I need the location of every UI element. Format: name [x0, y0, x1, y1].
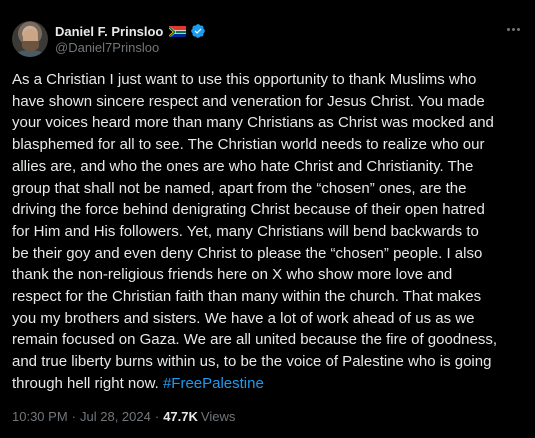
tweet-text-last-line-text: through hell right now. — [12, 374, 163, 392]
tweet-text-last-line: through hell right now. #FreePalestine — [12, 373, 523, 395]
tweet-text-line: blasphemed for all to see. The Christian… — [12, 136, 485, 154]
meta-separator: · — [154, 409, 160, 424]
tweet-text-line: for Him and His followers. Yet, many Chr… — [12, 222, 479, 240]
views-count: 47.7K — [163, 409, 198, 424]
tweet-text: As a Christian I just want to use this o… — [12, 69, 523, 395]
tweet-time[interactable]: 10:30 PM — [12, 409, 68, 424]
tweet-text-line: have shown sincere respect and veneratio… — [12, 92, 485, 110]
author-display-name[interactable]: Daniel F. Prinsloo — [55, 24, 163, 39]
author-name-row: Daniel F. Prinsloo — [55, 22, 206, 40]
tweet-text-line: allies are, and who the ones are who hat… — [12, 157, 474, 175]
avatar-shoulders — [14, 50, 46, 57]
tweet-text-line: your voices heard more than many Christi… — [12, 114, 494, 132]
tweet-text-line: you my brothers and sisters. We have a l… — [12, 309, 475, 327]
tweet-text-line: driving the force behind denigrating Chr… — [12, 201, 485, 219]
views-label: Views — [200, 409, 236, 424]
tweet-text-line: and true liberty burns within us, to be … — [12, 353, 492, 371]
tweet: Daniel F. Prinsloo @Daniel7Prinsloo As a… — [0, 0, 535, 438]
avatar[interactable] — [12, 21, 48, 57]
more-options-icon[interactable] — [503, 22, 523, 36]
verified-badge-icon[interactable] — [190, 23, 206, 39]
tweet-text-line: thank the non-religious friends here on … — [12, 266, 453, 284]
tweet-text-line: group that shall not be named, apart fro… — [12, 179, 467, 197]
tweet-text-line: respect for the Christian faith than man… — [12, 288, 482, 306]
author-handle[interactable]: @Daniel7Prinsloo — [55, 40, 159, 55]
tweet-date[interactable]: Jul 28, 2024 — [80, 409, 151, 424]
south-africa-flag-icon — [169, 25, 187, 37]
meta-separator: · — [71, 409, 76, 424]
tweet-text-line: As a Christian I just want to use this o… — [12, 71, 477, 88]
tweet-text-line: remain focused on Gaza. We are all unite… — [12, 331, 498, 349]
avatar-beard — [22, 41, 39, 51]
tweet-meta: 10:30 PM · Jul 28, 2024 · 47.7K Views — [12, 409, 235, 424]
tweet-text-line: be their goy and even deny Christ to ple… — [12, 244, 483, 262]
hashtag-link[interactable]: #FreePalestine — [163, 375, 264, 392]
